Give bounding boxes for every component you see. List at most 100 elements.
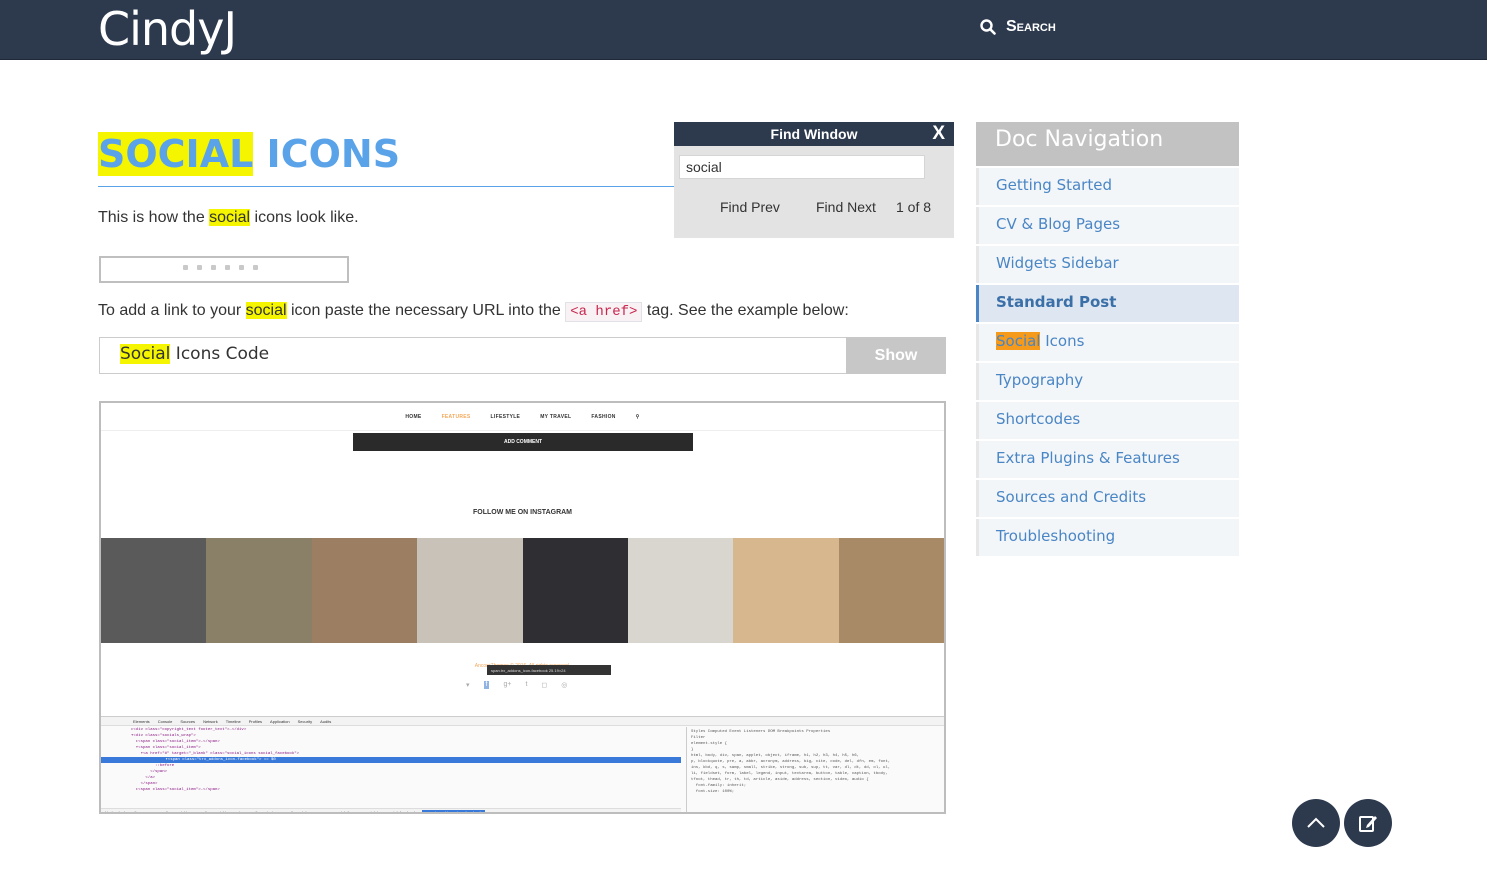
code-accordion[interactable]: Social Icons Code Show [99, 337, 946, 374]
title-underline [98, 186, 678, 187]
ss-devtools-tab: Application [270, 718, 290, 724]
ss-photo [101, 538, 207, 643]
ss-crumb: div.content_wrap [254, 810, 285, 814]
text: To add a link to your [98, 302, 246, 319]
text: Icons [1040, 332, 1085, 350]
doc-nav-getting-started[interactable]: Getting Started [976, 168, 1239, 205]
ss-photo [206, 538, 312, 643]
search-button[interactable]: Search [980, 18, 1056, 36]
ss-nav-item: LIFESTYLE [490, 413, 521, 420]
doc-nav-social-icons[interactable]: Social Icons [976, 324, 1239, 361]
text: icon paste the necessary URL into the [286, 302, 566, 319]
ss-devtools-breadcrumbs: html body div.page_wrap div.copyright_wrap d… [101, 808, 681, 814]
ss-devtools-tabs: Elements Console Sources Network Timeline Pro… [101, 717, 944, 726]
find-next-button[interactable]: Find Next [816, 199, 876, 215]
doc-navigation: Doc Navigation Getting Started CV & Blog… [976, 122, 1239, 556]
show-code-button[interactable]: Show [846, 337, 946, 374]
ss-nav: HOME FEATURES LIFESTYLE MY TRAVEL FASHIO… [101, 403, 944, 431]
twitter-icon[interactable] [183, 265, 188, 270]
doc-nav-shortcodes[interactable]: Shortcodes [976, 402, 1239, 439]
ss-crumb: div.copyright_wrap [164, 810, 199, 814]
ss-devtools-tab: Timeline [225, 718, 241, 724]
ss-devtools-tab: Profiles [248, 718, 263, 724]
ss-devtools-tab: Security [297, 718, 313, 724]
ss-instagram-photos [101, 538, 944, 643]
ss-crumb-active: span.trx_addons_icon-facebook [421, 810, 485, 812]
doc-nav-extra-plugins[interactable]: Extra Plugins & Features [976, 441, 1239, 478]
ss-tumblr-icon: t [525, 681, 528, 688]
ss-add-comment: ADD COMMENT [353, 433, 693, 451]
ss-social-icons: ▾ f g+ t ◻ ◎ [466, 681, 567, 689]
ss-nav-item: MY TRAVEL [540, 413, 572, 420]
page-title: SOCIAL ICONS [98, 132, 400, 176]
ss-facebook-icon: f [483, 681, 490, 689]
ss-devtools-styles: Styles Computed Event Listeners DOM Brea… [686, 727, 944, 812]
ss-crumb: div.page_wrap [133, 810, 159, 814]
doc-nav-title: Doc Navigation [976, 122, 1239, 166]
tumblr-icon[interactable] [225, 265, 230, 270]
text: tag. See the example below: [642, 302, 849, 319]
google-plus-icon[interactable] [211, 265, 216, 270]
match-count: 1 of 8 [896, 199, 932, 215]
search-match: Social [120, 344, 171, 364]
social-icons-preview [99, 256, 349, 283]
search-match: social [209, 209, 251, 226]
ss-devtools-tab: Console [157, 718, 173, 724]
close-icon[interactable]: X [932, 123, 945, 145]
current-search-match: Social [996, 332, 1041, 350]
doc-nav-standard-post[interactable]: Standard Post [976, 285, 1239, 322]
chevron-up-icon [1307, 817, 1325, 828]
ss-crumb: html [105, 810, 113, 814]
ss-google-icon: g+ [503, 681, 512, 688]
edit-icon [1359, 816, 1377, 832]
doc-nav-typography[interactable]: Typography [976, 363, 1239, 400]
ss-follow-heading: FOLLOW ME ON INSTAGRAM [472, 509, 573, 516]
search-label: Search [1006, 18, 1056, 35]
ss-twitter-icon: ▾ [466, 682, 470, 689]
facebook-icon[interactable] [197, 265, 202, 270]
title-rest: ICONS [253, 132, 401, 176]
find-input[interactable] [679, 155, 925, 179]
find-window-title: Find Window [770, 126, 858, 142]
ss-devtools-tab: Network [203, 718, 218, 724]
code-accordion-title: Social Icons Code [120, 344, 269, 364]
ss-dribbble-icon: ◎ [561, 682, 568, 689]
edit-button[interactable] [1344, 799, 1392, 847]
find-prev-button[interactable]: Find Prev [720, 199, 780, 215]
title-highlight: SOCIAL [98, 132, 254, 176]
ss-instagram-icon: ◻ [541, 682, 548, 689]
ss-nav-item: HOME [405, 413, 422, 420]
doc-nav-sources-credits[interactable]: Sources and Credits [976, 480, 1239, 517]
site-header: CindyJ Search [0, 0, 1487, 60]
ss-crumb: body [118, 810, 128, 814]
ss-devtools-tab: Elements [133, 718, 150, 724]
dribbble-icon[interactable] [253, 265, 258, 270]
ss-photo [838, 538, 944, 643]
scroll-to-top-button[interactable] [1292, 799, 1340, 847]
search-match: social [245, 302, 287, 319]
find-window-header: Find Window [674, 122, 954, 146]
ss-devtools-tab: Sources [180, 718, 196, 724]
social-icon-row [183, 265, 258, 270]
ss-photo [311, 538, 418, 643]
ss-crumb: span.social_item [325, 810, 356, 814]
ss-photo [522, 538, 628, 643]
ss-tooltip: span.trx_addons_icon-facebook 25.19×24 [487, 665, 611, 675]
ss-devtools-tab: Audits [320, 718, 332, 724]
instagram-icon[interactable] [239, 265, 244, 270]
text: This is how the [98, 209, 210, 226]
ss-crumb: div.socials_wrap [290, 810, 320, 814]
find-window: Find Window X Find Prev Find Next 1 of 8 [674, 122, 954, 238]
doc-nav-widgets-sidebar[interactable]: Widgets Sidebar [976, 246, 1239, 283]
intro-paragraph: This is how the social icons look like. [98, 209, 359, 227]
ss-search-icon: ⚲ [635, 413, 640, 420]
ss-photo [417, 538, 523, 643]
ss-devtools-tree: ▸<div class="copyright_text footer_text"… [101, 727, 681, 809]
instructions-paragraph: To add a link to your social icon paste … [98, 302, 849, 322]
site-logo[interactable]: CindyJ [98, 2, 237, 56]
doc-nav-cv-blog-pages[interactable]: CV & Blog Pages [976, 207, 1239, 244]
ss-nav-item: FASHION [591, 413, 616, 420]
doc-nav-troubleshooting[interactable]: Troubleshooting [976, 519, 1239, 556]
ss-nav-item: FEATURES [441, 413, 471, 420]
ss-photo [627, 538, 734, 643]
